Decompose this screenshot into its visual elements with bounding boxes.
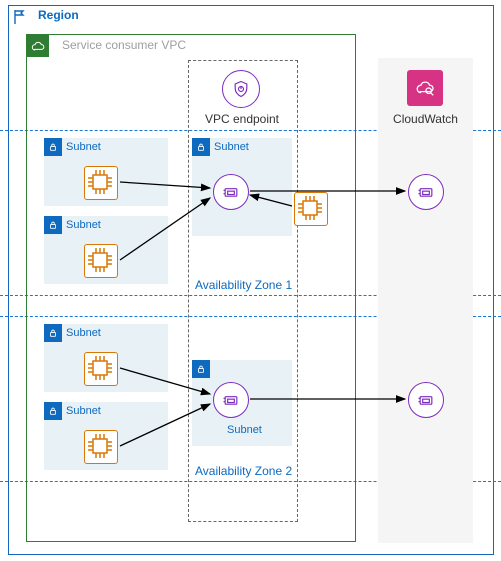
ec2-instance-icon <box>84 166 118 200</box>
vpc-label: Service consumer VPC <box>62 38 186 52</box>
network-interface-icon <box>408 174 444 210</box>
vpc-endpoint-icon <box>222 70 260 108</box>
lock-icon <box>44 402 62 420</box>
region-label: Region <box>38 8 79 22</box>
diagram-canvas: Region CloudWatch Service consumer VPC V… <box>0 0 501 561</box>
subnet-label: Subnet <box>66 405 101 417</box>
cloud-icon <box>27 35 49 57</box>
cloudwatch-icon <box>407 70 443 106</box>
subnet-label: Subnet <box>66 141 101 153</box>
cloudwatch-label: CloudWatch <box>378 112 473 126</box>
network-interface-icon <box>408 382 444 418</box>
subnet-label: Subnet <box>66 327 101 339</box>
ec2-instance-icon <box>294 192 328 226</box>
lock-icon <box>44 216 62 234</box>
flag-icon <box>10 7 30 27</box>
network-interface-icon <box>213 174 249 210</box>
lock-icon <box>44 138 62 156</box>
lock-icon <box>44 324 62 342</box>
subnet-label: Subnet <box>227 424 262 436</box>
az-label: Availability Zone 2 <box>195 464 292 478</box>
cloudwatch-column <box>378 58 473 543</box>
vpc-endpoint-label: VPC endpoint <box>192 112 292 126</box>
network-interface-icon <box>213 382 249 418</box>
lock-icon <box>192 138 210 156</box>
ec2-instance-icon <box>84 352 118 386</box>
az-label: Availability Zone 1 <box>195 278 292 292</box>
subnet-label: Subnet <box>214 141 249 153</box>
lock-icon <box>192 360 210 378</box>
subnet-label: Subnet <box>66 219 101 231</box>
ec2-instance-icon <box>84 430 118 464</box>
ec2-instance-icon <box>84 244 118 278</box>
